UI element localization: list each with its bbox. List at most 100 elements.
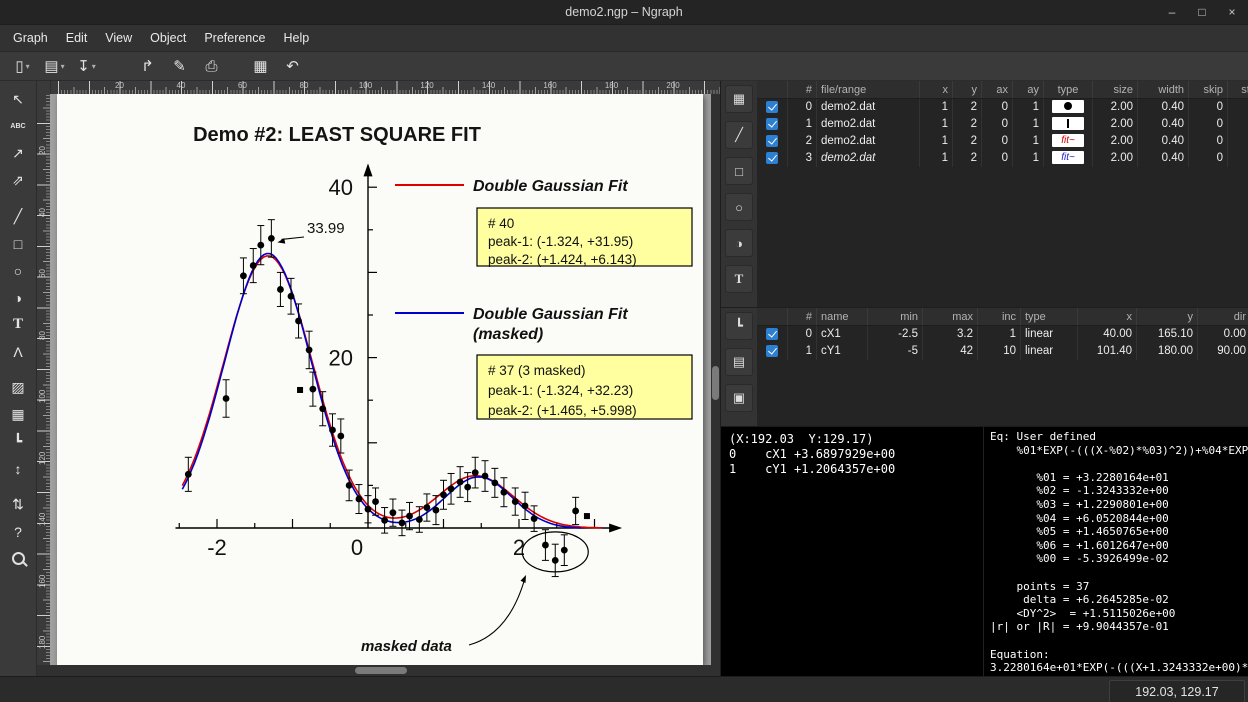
arc-list-icon[interactable]: ◑: [725, 229, 753, 257]
file-table-row[interactable]: 2demo2.dat1201fit~2.000.4001-1402: [757, 133, 1248, 150]
column-header[interactable]: #: [788, 308, 817, 326]
rectangle-tool[interactable]: □: [5, 230, 32, 257]
column-header[interactable]: max: [923, 308, 978, 326]
row-visible-checkbox[interactable]: [766, 152, 778, 164]
column-header[interactable]: x: [920, 81, 953, 99]
data-point: [433, 507, 440, 514]
calculator-button[interactable]: ▦: [246, 55, 275, 78]
column-header[interactable]: name: [817, 308, 868, 326]
menu-view[interactable]: View: [96, 27, 141, 49]
evaluate-tool[interactable]: ?: [5, 518, 32, 545]
menu-help[interactable]: Help: [274, 27, 318, 49]
text-pointer-tool[interactable]: ABC: [5, 113, 32, 140]
column-header[interactable]: x: [1078, 308, 1137, 326]
minimize-button[interactable]: –: [1164, 5, 1180, 19]
data-point: [491, 479, 498, 486]
column-header[interactable]: type: [1021, 308, 1078, 326]
scale-tool[interactable]: ↕: [5, 455, 32, 482]
graph-page[interactable]: Demo #2: LEAST SQUARE FIT-202204033.99Do…: [57, 94, 703, 665]
close-button[interactable]: ×: [1224, 5, 1240, 19]
row-visible-checkbox[interactable]: [766, 328, 778, 340]
pointer-tool[interactable]: ↖: [5, 86, 32, 113]
line-tool[interactable]: ╱: [5, 203, 32, 230]
row-visible-checkbox[interactable]: [766, 101, 778, 113]
axis-scale-button[interactable]: ↱: [133, 55, 162, 78]
row-visible-checkbox[interactable]: [766, 135, 778, 147]
bitmap-tool[interactable]: ▨: [5, 374, 32, 401]
column-header[interactable]: min: [868, 308, 923, 326]
vertical-scrollbar-thumb[interactable]: [712, 366, 719, 400]
merge-tool[interactable]: ▦: [5, 401, 32, 428]
column-header[interactable]: inc: [978, 308, 1021, 326]
ellipse-list-icon[interactable]: ○: [725, 193, 753, 221]
cursor-coordinates: 192.03, 129.17: [1109, 680, 1245, 702]
fit-result-line: peak-1: (-1.324, +32.23): [488, 383, 633, 398]
math-tool[interactable]: Λ: [5, 338, 32, 365]
column-header[interactable]: file/range: [817, 81, 920, 99]
file-table-row[interactable]: 1demo2.dat12012.000.4001-1401: [757, 116, 1248, 133]
file-table-row[interactable]: 0demo2.dat12012.000.4001-1400: [757, 99, 1248, 117]
column-header[interactable]: ay: [1013, 81, 1044, 99]
ruler-number: 180: [38, 636, 47, 649]
ruler-number: 180: [605, 81, 618, 90]
axis-list-icon[interactable]: ┗: [725, 312, 753, 340]
legend-pointer-tool[interactable]: ↗: [5, 140, 32, 167]
axis-icon: ┗: [14, 433, 22, 450]
maximize-button[interactable]: □: [1194, 5, 1210, 19]
chevron-down-icon[interactable]: ▾: [61, 62, 65, 71]
arc-tool[interactable]: ◑: [5, 284, 32, 311]
menu-graph[interactable]: Graph: [4, 27, 57, 49]
data-point: [464, 484, 471, 491]
column-header[interactable]: [757, 308, 788, 326]
column-header[interactable]: dir: [1198, 308, 1248, 326]
column-header[interactable]: ax: [982, 81, 1013, 99]
column-header[interactable]: type: [1044, 81, 1093, 99]
zoom-tool[interactable]: [5, 545, 32, 572]
zoom-icon: [12, 552, 25, 565]
axis-table-row[interactable]: 1cY1-54210linear101.40180.0090.00140.005: [757, 343, 1248, 360]
column-header[interactable]: y: [953, 81, 982, 99]
open-button[interactable]: ▤ ▾: [40, 55, 69, 78]
frame-list-icon[interactable]: ▤: [725, 348, 753, 376]
column-header[interactable]: step: [1228, 81, 1248, 99]
column-header[interactable]: #: [788, 81, 817, 99]
ellipse-tool[interactable]: ○: [5, 257, 32, 284]
graph-canvas[interactable]: Demo #2: LEAST SQUARE FIT-202204033.99Do…: [57, 94, 703, 665]
print-button[interactable]: ⎙: [197, 55, 226, 78]
file-table-row[interactable]: 3demo2.dat1201fit~2.000.4001-1373: [757, 150, 1248, 167]
data-list-icon[interactable]: ▦: [725, 85, 753, 113]
menu-edit[interactable]: Edit: [57, 27, 97, 49]
column-header[interactable]: [757, 81, 788, 99]
chevron-down-icon[interactable]: ▾: [92, 62, 96, 71]
text-list-icon[interactable]: T: [725, 265, 753, 293]
axis-table-row[interactable]: 0cX1-2.53.21linear40.00165.100.00140.004: [757, 326, 1248, 344]
column-header[interactable]: skip: [1189, 81, 1228, 99]
path-list-icon[interactable]: ╱: [725, 121, 753, 149]
horizontal-scrollbar-thumb[interactable]: [355, 667, 407, 674]
column-header[interactable]: y: [1137, 308, 1198, 326]
axis-pointer-tool[interactable]: ⇗: [5, 167, 32, 194]
new-button[interactable]: ▯ ▾: [8, 55, 37, 78]
column-header[interactable]: size: [1093, 81, 1138, 99]
menu-preference[interactable]: Preference: [195, 27, 274, 49]
canvas-viewport[interactable]: Demo #2: LEAST SQUARE FIT-202204033.99Do…: [50, 94, 720, 665]
axis-tool[interactable]: ┗: [5, 428, 32, 455]
vertical-scrollbar[interactable]: [711, 94, 720, 665]
menu-object[interactable]: Object: [141, 27, 195, 49]
save-button[interactable]: ↧ ▾: [72, 55, 101, 78]
undo-button[interactable]: ↶: [278, 55, 307, 78]
horizontal-scrollbar[interactable]: [37, 665, 720, 676]
chevron-down-icon[interactable]: ▾: [26, 62, 30, 71]
text-tool[interactable]: T: [5, 311, 32, 338]
section-list-icon[interactable]: ▣: [725, 384, 753, 412]
draw-button[interactable]: ✎: [165, 55, 194, 78]
horizontal-ruler: 20406080100120140160180200: [51, 81, 720, 94]
rectangle-list-icon[interactable]: □: [725, 157, 753, 185]
data-file-section: ▦ ╱ □ ○ ◑ T #file/rangexyaxaytypesizewid…: [721, 81, 1248, 307]
row-visible-checkbox[interactable]: [766, 118, 778, 130]
column-header[interactable]: width: [1138, 81, 1189, 99]
ruler-number: 100: [38, 390, 47, 403]
fit-result-line: # 37 (3 masked): [488, 363, 586, 378]
frame-tool[interactable]: ⇅: [5, 491, 32, 518]
row-visible-checkbox[interactable]: [766, 345, 778, 357]
